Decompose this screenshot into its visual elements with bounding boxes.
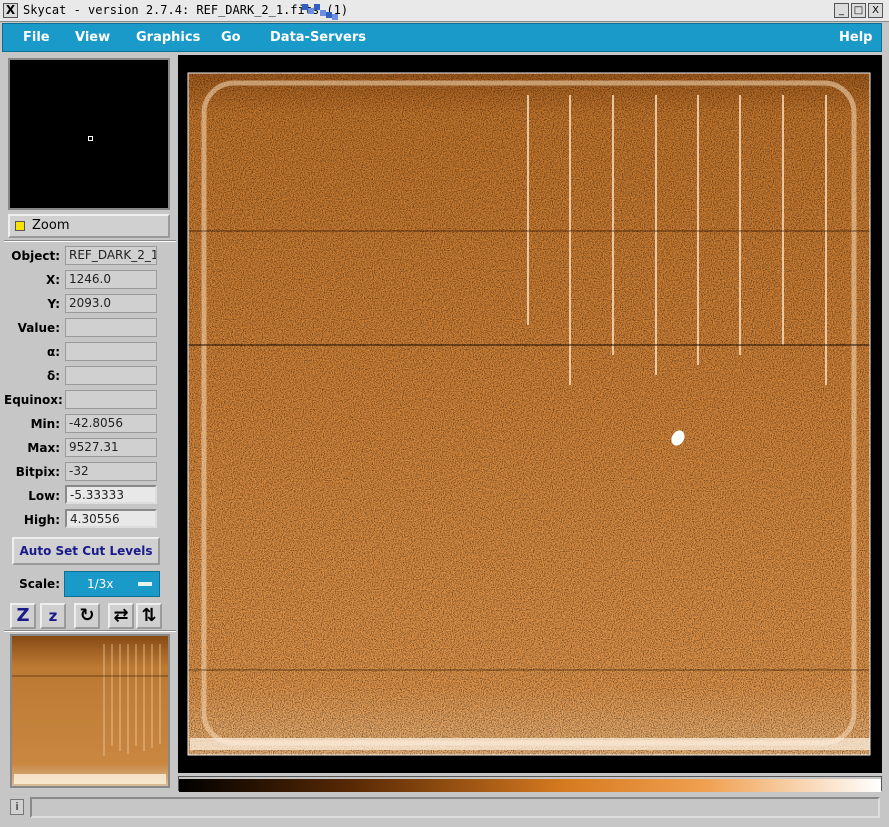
fits-image: [187, 72, 871, 756]
low-input[interactable]: -5.33333: [65, 485, 157, 504]
high-input[interactable]: 4.30556: [65, 509, 157, 528]
max-field: 9527.31: [65, 438, 157, 457]
zoom-toggle[interactable]: Zoom: [8, 214, 170, 238]
auto-set-cut-levels-button[interactable]: Auto Set Cut Levels: [12, 537, 160, 565]
thumbnail-panner[interactable]: [10, 634, 170, 788]
max-label: Max:: [27, 441, 60, 455]
value-field: [65, 318, 157, 337]
object-field: REF_DARK_2_1: [65, 246, 157, 265]
pan-marker[interactable]: [88, 136, 93, 141]
delta-label: δ:: [46, 369, 60, 383]
divider: [4, 240, 176, 242]
window-menu-icon[interactable]: X: [3, 3, 18, 18]
min-label: Min:: [30, 417, 60, 431]
titlebar-decoration-icon: [302, 4, 338, 20]
y-label: Y:: [47, 297, 60, 311]
menu-view[interactable]: View: [75, 30, 110, 45]
zoom-out-button[interactable]: z: [40, 603, 66, 629]
pan-window[interactable]: [8, 58, 170, 210]
zoom-in-button[interactable]: Z: [10, 603, 36, 629]
high-label: High:: [23, 513, 60, 527]
divider: [4, 630, 176, 632]
scale-select[interactable]: 1/3x: [64, 571, 160, 597]
zoom-label: Zoom: [32, 218, 70, 233]
menu-bar: File View Graphics Go Data-Servers Help: [2, 23, 882, 52]
image-display[interactable]: [178, 55, 882, 773]
info-icon: i: [10, 799, 24, 815]
equinox-field: [65, 390, 157, 409]
maximize-button[interactable]: □: [851, 3, 866, 18]
alpha-label: α:: [46, 345, 60, 359]
control-panel: Zoom Object: REF_DARK_2_1 X: 1246.0 Y: 2…: [4, 54, 176, 792]
x-label: X:: [45, 273, 60, 287]
zoom-indicator-icon: [15, 221, 25, 231]
delta-field: [65, 366, 157, 385]
y-field: 2093.0: [65, 294, 157, 313]
minimize-button[interactable]: _: [834, 3, 849, 18]
low-label: Low:: [28, 489, 60, 503]
object-label: Object:: [11, 249, 60, 263]
menu-graphics[interactable]: Graphics: [136, 30, 200, 45]
value-label: Value:: [17, 321, 60, 335]
menu-file[interactable]: File: [23, 30, 50, 45]
scale-label: Scale:: [19, 577, 60, 591]
scale-value: 1/3x: [87, 577, 114, 591]
thumbnail-image: [12, 636, 168, 786]
flip-y-button[interactable]: ⇅: [136, 603, 162, 629]
window-titlebar[interactable]: X Skycat - version 2.7.4: REF_DARK_2_1.f…: [0, 0, 889, 22]
colorbar-gradient: [179, 779, 881, 792]
status-bar: i: [2, 795, 882, 821]
dropdown-indicator-icon: [138, 582, 152, 586]
menu-help[interactable]: Help: [839, 30, 872, 45]
alpha-field: [65, 342, 157, 361]
flip-x-button[interactable]: ⇄: [108, 603, 134, 629]
x-field: 1246.0: [65, 270, 157, 289]
equinox-label: Equinox:: [4, 393, 63, 407]
bitpix-field: -32: [65, 462, 157, 481]
menu-data-servers[interactable]: Data-Servers: [270, 30, 366, 45]
close-button[interactable]: X: [868, 3, 883, 18]
colorbar[interactable]: [178, 776, 882, 792]
menu-go[interactable]: Go: [221, 30, 241, 45]
status-message: [30, 797, 880, 818]
rotate-button[interactable]: ↻: [74, 603, 100, 629]
bitpix-label: Bitpix:: [15, 465, 60, 479]
min-field: -42.8056: [65, 414, 157, 433]
